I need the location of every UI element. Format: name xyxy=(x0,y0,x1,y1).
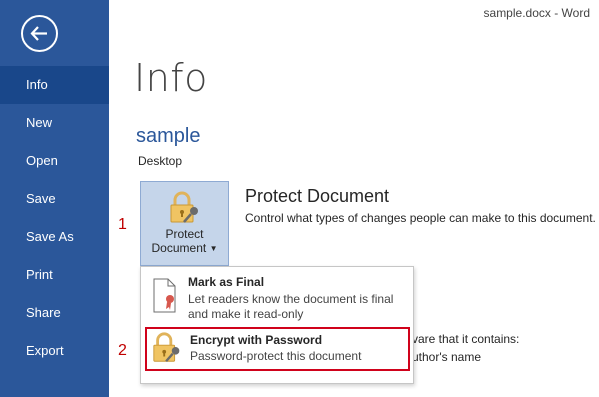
protect-document-heading: Protect Document xyxy=(245,186,390,206)
step-number-1: 1 xyxy=(118,216,127,233)
protect-document-label: Protect Document ▼ xyxy=(141,227,228,256)
document-ribbon-icon xyxy=(153,278,176,313)
encrypt-with-password-title: Encrypt with Password xyxy=(190,333,323,347)
menu-item-mark-as-final[interactable]: Mark as Final Let readers know the docum… xyxy=(145,272,410,327)
step-number-2: 2 xyxy=(118,342,127,359)
protect-document-menu: Mark as Final Let readers know the docum… xyxy=(140,266,414,384)
lock-key-icon xyxy=(170,191,198,223)
page-title: Info xyxy=(134,56,208,100)
inspect-text-partial: vare that it contains: xyxy=(412,332,520,346)
protect-document-button[interactable]: Protect Document ▼ xyxy=(140,181,229,266)
sidebar-item-print[interactable]: Print xyxy=(0,256,109,294)
chevron-down-icon: ▼ xyxy=(209,244,218,253)
sidebar-item-save-as[interactable]: Save As xyxy=(0,218,109,256)
lock-key-icon xyxy=(153,332,180,362)
back-arrow-icon xyxy=(30,26,47,41)
sidebar-item-save[interactable]: Save xyxy=(0,180,109,218)
sidebar-item-info[interactable]: Info xyxy=(0,66,109,104)
document-name: sample xyxy=(136,125,201,147)
protect-document-description: Control what types of changes people can… xyxy=(245,211,596,225)
author-name-text-partial: uthor's name xyxy=(412,350,481,364)
backstage-sidebar: Info New Open Save Save As Print Share E… xyxy=(0,0,109,397)
encrypt-with-password-description: Password-protect this document xyxy=(190,349,362,363)
sidebar-item-new[interactable]: New xyxy=(0,104,109,142)
sidebar-item-open[interactable]: Open xyxy=(0,142,109,180)
sidebar-item-share[interactable]: Share xyxy=(0,294,109,332)
back-button[interactable] xyxy=(21,15,58,52)
mark-as-final-title: Mark as Final xyxy=(188,275,265,289)
mark-as-final-description: Let readers know the document is final a… xyxy=(188,292,394,321)
sidebar-item-export[interactable]: Export xyxy=(0,332,109,370)
menu-item-encrypt-with-password[interactable]: Encrypt with Password Password-protect t… xyxy=(145,327,410,371)
document-location: Desktop xyxy=(138,154,183,168)
window-title: sample.docx - Word xyxy=(483,6,590,20)
protect-label-line2: Document xyxy=(151,241,207,255)
protect-label-line1: Protect xyxy=(165,227,204,241)
